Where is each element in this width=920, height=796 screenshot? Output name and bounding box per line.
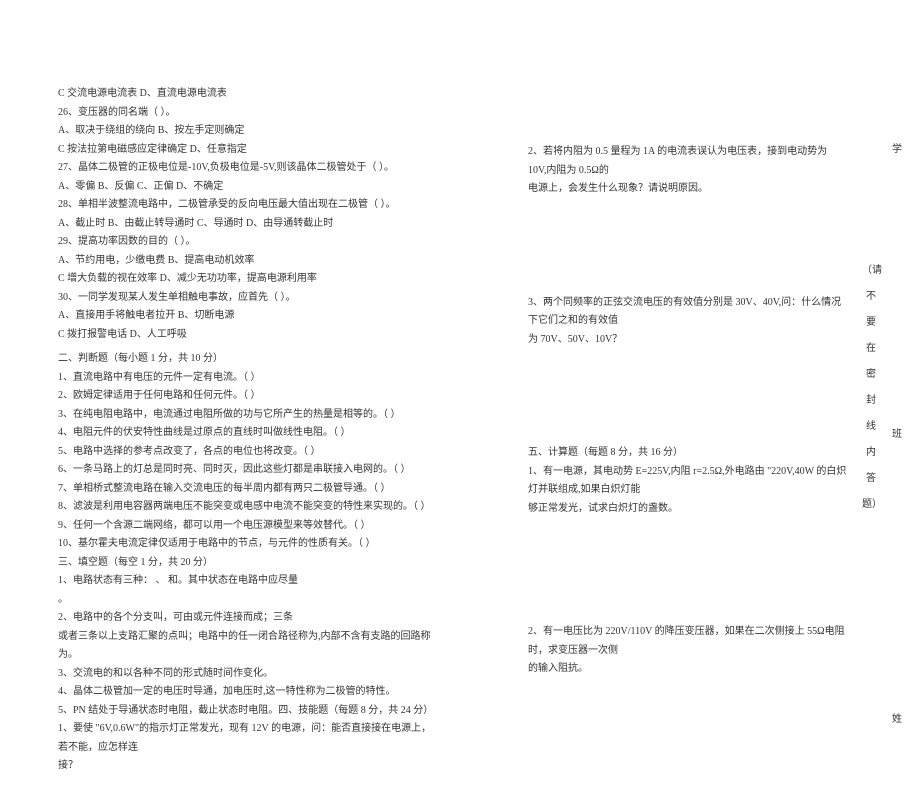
q29-options-ab: A、节约用电，少缴电费 B、提高电动机效率 — [58, 252, 438, 271]
note-char-2: 要 — [862, 310, 880, 336]
note-char-6: 线 — [862, 414, 880, 440]
judge-10: 10、基尔霍夫电流定律仅适用于电路中的节点，与元件的性质有关。（ ） — [58, 535, 438, 554]
calc-2: 2、有一电压比为 220V/110V 的降压变压器，如果在二次侧接上 55Ω电阻… — [528, 623, 848, 660]
label-class: 班 — [892, 390, 908, 480]
right-margin-labels: 学 班 姓 — [892, 105, 908, 765]
skill-3b: 为 70V、50V、10V？ — [528, 331, 848, 350]
q28-options: A、截止时 B、由截止转导通时 C、导通时 D、由导通转截止时 — [58, 215, 438, 234]
judge-4: 4、电阻元件的伏安特性曲线是过原点的直线时叫做线性电阻。（ ） — [58, 424, 438, 443]
calc-1: 1、有一电源，其电动势 E=225V,内阻 r=2.5Ω,外电路由 "220V,… — [528, 463, 848, 500]
q26: 26、变压器的同名端（ ）。 — [58, 104, 438, 123]
q30: 30、一同学发现某人发生单相触电事故，应首先（ ）。 — [58, 289, 438, 308]
judge-7: 7、单相桥式整流电路在输入交流电压的每半周内都有两只二极管导通。（ ） — [58, 480, 438, 499]
q26-options-cd: C 按法拉第电磁感应定律确定 D、任意指定 — [58, 141, 438, 160]
judge-2: 2、欧姆定律适用于任何电路和任何元件。（ ） — [58, 387, 438, 406]
q25-options-cd: C 交流电源电流表 D、直流电源电流表 — [58, 85, 438, 104]
skill-1b: 接？ — [58, 757, 438, 776]
left-column: C 交流电源电流表 D、直流电源电流表 26、变压器的同名端（ ）。 A、取决于… — [58, 85, 438, 776]
note-char-9: 题） — [862, 492, 880, 518]
note-char-1: 不 — [862, 284, 880, 310]
fill-2: 2、电路中的各个分支叫，可由或元件连接而成；三条 — [58, 609, 438, 628]
seal-line-note: （请 不 要 在 密 封 线 内 答 题） — [862, 90, 880, 518]
fill-3: 3、交流电的和以各种不同的形式随时间作变化。 — [58, 665, 438, 684]
note-char-3: 在 — [862, 336, 880, 362]
calc-2b: 的输入阻抗。 — [528, 660, 848, 679]
note-char-5: 封 — [862, 388, 880, 414]
note-char-8: 答 — [862, 466, 880, 492]
label-name: 姓 — [892, 675, 908, 765]
q27-options: A、零偏 B、反偏 C、正偏 D、不确定 — [58, 178, 438, 197]
exam-page: C 交流电源电流表 D、直流电源电流表 26、变压器的同名端（ ）。 A、取决于… — [0, 0, 920, 796]
judge-9: 9、任何一个含源二端网络，都可以用一个电压源模型来等效替代。（ ） — [58, 517, 438, 536]
q27: 27、晶体二极管的正极电位是-10V,负极电位是-5V,则该晶体二极管处于（ ）… — [58, 159, 438, 178]
judge-5: 5、电路中选择的参考点改变了，各点的电位也将改变。（ ） — [58, 443, 438, 462]
fill-2b: 或者三条以上支路汇聚的点叫；电路中的任一闭合路径称为,内部不含有支路的回路称为。 — [58, 628, 438, 665]
q29: 29、提高功率因数的目的（ ）。 — [58, 233, 438, 252]
skill-1: 1、要使 "6V,0.6W"的指示灯正常发光，现有 12V 的电源，问：能否直接… — [58, 720, 438, 757]
fill-4: 4、晶体二极管加一定的电压时导通，加电压时,这一特性称为二极管的特性。 — [58, 683, 438, 702]
skill-3: 3、两个同频率的正弦交流电压的有效值分别是 30V、40V,问：什么情况下它们之… — [528, 294, 848, 331]
section-3-title: 三、填空题（每空 1 分，共 20 分） — [58, 554, 438, 573]
fill-1: 1、电路状态有三种： 、 和。其中状态在电路中应尽量 — [58, 572, 438, 591]
q26-options-ab: A、取决于绕组的绕向 B、按左手定则确定 — [58, 122, 438, 141]
fill-1b: 。 — [58, 591, 438, 610]
section-2-title: 二、判断题（每小题 1 分，共 10 分） — [58, 350, 438, 369]
fill-5-section-4: 5、PN 结处于导通状态时电阻，截止状态时电阻。四、技能题（每题 8 分，共 2… — [58, 702, 438, 721]
q30-options-cd: C 拨打报警电话 D、人工呼吸 — [58, 326, 438, 345]
q30-options-ab: A、直接用手将触电者拉开 B、切断电源 — [58, 307, 438, 326]
note-paren: （请 — [862, 258, 880, 284]
judge-3: 3、在纯电阻电路中，电流通过电阻所做的功与它所产生的热量是相等的。（ ） — [58, 406, 438, 425]
skill-2b: 电源上，会发生什么现象？请说明原因。 — [528, 180, 848, 199]
section-5-title: 五、计算题（每题 8 分，共 16 分） — [528, 444, 848, 463]
right-column: 2、若将内阻为 0.5 量程为 1A 的电流表误认为电压表，接到电动势为 10V… — [528, 85, 848, 776]
judge-6: 6、一条马路上的灯总是同时亮、同时灭，因此这些灯都是串联接入电网的。（ ） — [58, 461, 438, 480]
q29-options-cd: C 增大负载的视在效率 D、减少无功功率，提高电源利用率 — [58, 270, 438, 289]
label-school: 学 — [892, 105, 908, 195]
judge-8: 8、滤波是利用电容器两端电压不能突变或电感中电流不能突变的特性来实现的。（ ） — [58, 498, 438, 517]
calc-1b: 够正常发光，试求白炽灯的盏数。 — [528, 500, 848, 519]
judge-1: 1、直流电路中有电压的元件一定有电流。（ ） — [58, 369, 438, 388]
note-char-7: 内 — [862, 440, 880, 466]
q28: 28、单相半波整流电路中，二极管承受的反向电压最大值出现在二极管（ ）。 — [58, 196, 438, 215]
skill-2: 2、若将内阻为 0.5 量程为 1A 的电流表误认为电压表，接到电动势为 10V… — [528, 143, 848, 180]
note-char-4: 密 — [862, 362, 880, 388]
